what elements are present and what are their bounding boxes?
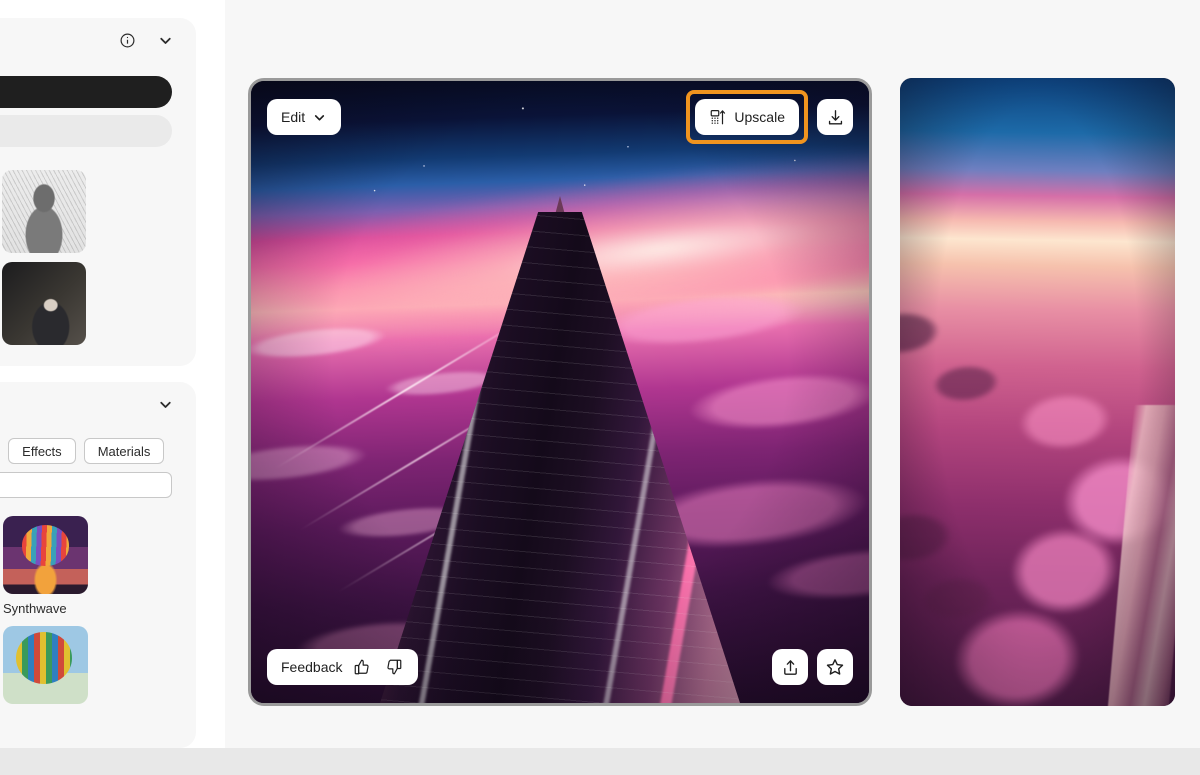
left-sidebar: Upload image Browse gallery <box>0 0 225 748</box>
upscale-button[interactable]: Upscale <box>695 99 799 135</box>
download-button[interactable] <box>817 99 853 135</box>
secondary-image-canvas <box>900 78 1175 706</box>
style-artwork <box>3 626 88 704</box>
favorite-button[interactable] <box>817 649 853 685</box>
feedback-control-group: Feedback <box>267 649 419 685</box>
upload-image-button[interactable]: Upload image <box>0 76 172 108</box>
share-button[interactable] <box>772 649 808 685</box>
thumbnail-artwork <box>1 170 86 253</box>
thumbnail-seated-man-photo[interactable] <box>1 262 86 345</box>
browse-gallery-button[interactable]: Browse gallery <box>0 115 172 147</box>
app-root: Upload image Browse gallery <box>0 0 1200 775</box>
sidebar-upload-panel: Upload image Browse gallery <box>0 18 196 366</box>
chip-concepts[interactable]: oncepts <box>0 472 172 498</box>
chip-effects[interactable]: Effects <box>8 438 76 464</box>
primary-bottom-toolbar: Feedback <box>251 631 869 703</box>
sidebar-styles-panel: Movements Themes Effects Materials oncep… <box>0 382 196 748</box>
primary-image-canvas <box>251 81 869 703</box>
upscale-icon <box>709 108 727 126</box>
generated-image-primary-card[interactable]: Edit Upscale Feedback <box>248 78 872 706</box>
sidebar-action-buttons: Upload image Browse gallery <box>0 62 196 147</box>
style-preview-image <box>3 516 88 594</box>
sidebar-panel-header <box>0 18 196 62</box>
thumbs-down-icon <box>385 658 403 676</box>
chevron-down-icon <box>157 32 174 49</box>
download-icon <box>826 108 845 127</box>
style-artwork <box>3 516 88 594</box>
share-icon <box>781 658 800 677</box>
thumbnail-pencil-sketch-portrait[interactable] <box>1 170 86 253</box>
style-preset-grid: ered paper Synthwave <box>0 498 196 704</box>
upscale-highlight-ring: Upscale <box>686 90 808 144</box>
style-filter-chips: Movements Themes Effects Materials oncep… <box>0 426 196 498</box>
edit-button[interactable]: Edit <box>267 99 342 135</box>
style-preset-label: Synthwave <box>3 601 67 616</box>
style-preview-image <box>3 626 88 704</box>
style-preset-fourth[interactable] <box>3 626 172 704</box>
feedback-label: Feedback <box>281 659 343 675</box>
uploaded-thumbnail-grid <box>0 154 196 345</box>
styles-panel-header <box>0 382 196 426</box>
primary-bottom-right-controls <box>772 649 853 685</box>
info-icon-glyph <box>119 32 136 49</box>
thumbs-up-button[interactable] <box>350 655 374 679</box>
skyscraper-structure <box>251 196 869 703</box>
generated-image-secondary-card[interactable] <box>900 78 1175 706</box>
style-preset-synthwave[interactable]: Synthwave <box>3 516 172 616</box>
star-icon <box>825 657 845 677</box>
thumbs-down-button[interactable] <box>382 655 406 679</box>
collapse-styles-panel-button[interactable] <box>152 391 178 417</box>
chevron-down-icon <box>157 396 174 413</box>
chip-materials[interactable]: Materials <box>83 438 165 464</box>
thumbs-up-icon <box>353 658 371 676</box>
skyscraper-neon-lights <box>374 211 746 703</box>
info-icon[interactable] <box>114 27 140 53</box>
primary-top-toolbar: Edit Upscale <box>251 81 869 153</box>
primary-top-right-controls: Upscale <box>686 90 853 144</box>
main-content-area: Edit Upscale Feedback <box>225 0 1200 748</box>
thumbnail-artwork <box>1 262 86 345</box>
edit-button-label: Edit <box>281 109 306 125</box>
chevron-down-icon <box>312 110 327 125</box>
upscale-button-label: Upscale <box>734 109 785 125</box>
collapse-upload-panel-button[interactable] <box>152 27 178 53</box>
